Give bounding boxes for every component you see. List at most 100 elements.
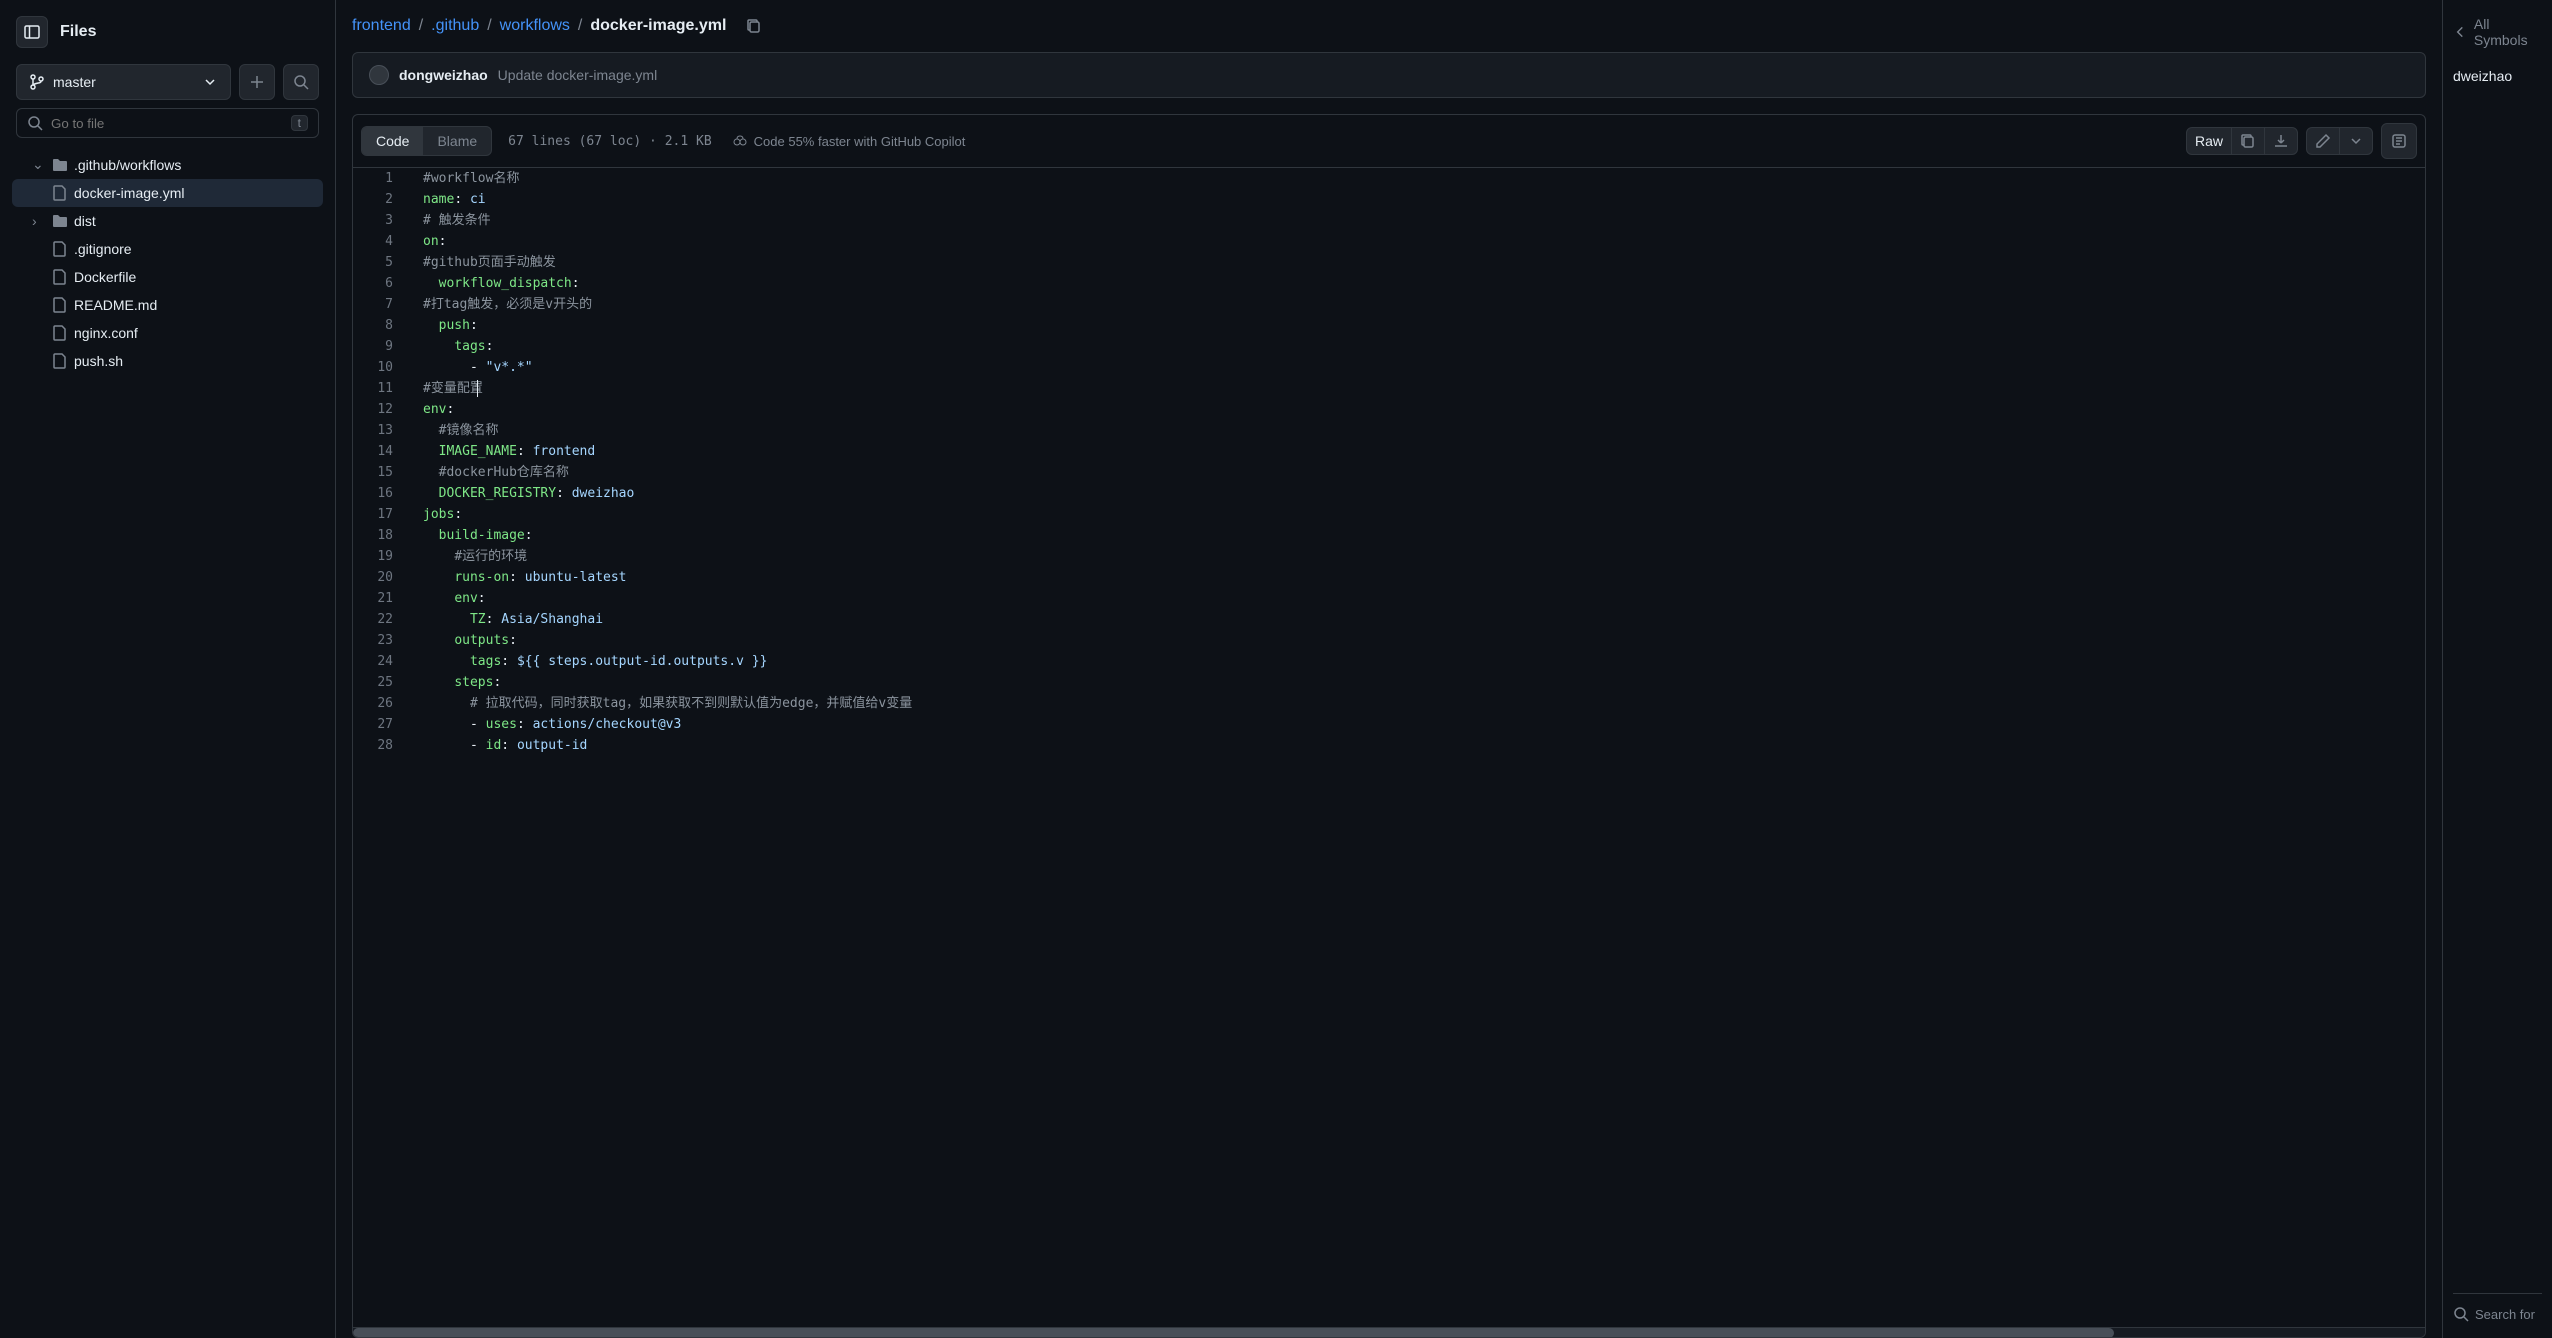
- horizontal-scrollbar[interactable]: [353, 1327, 2425, 1337]
- code-line[interactable]: 22 TZ: Asia/Shanghai: [353, 609, 2425, 630]
- breadcrumb-folder[interactable]: workflows: [500, 17, 570, 35]
- line-number[interactable]: 17: [353, 504, 413, 525]
- tree-folder[interactable]: ›dist: [12, 207, 323, 235]
- code-line[interactable]: 3# 触发条件: [353, 210, 2425, 231]
- line-number[interactable]: 2: [353, 189, 413, 210]
- tree-file[interactable]: push.sh: [12, 347, 323, 375]
- all-symbols-link[interactable]: All Symbols: [2453, 16, 2542, 48]
- code-line[interactable]: 25 steps:: [353, 672, 2425, 693]
- line-number[interactable]: 15: [353, 462, 413, 483]
- commit-message[interactable]: Update docker-image.yml: [498, 67, 658, 83]
- symbols-button[interactable]: [2381, 123, 2417, 159]
- code-line[interactable]: 7#打tag触发，必须是v开头的: [353, 294, 2425, 315]
- tree-file[interactable]: docker-image.yml: [12, 179, 323, 207]
- line-number[interactable]: 9: [353, 336, 413, 357]
- tab-code[interactable]: Code: [362, 127, 423, 155]
- collapse-sidebar-button[interactable]: [16, 16, 48, 48]
- code-line[interactable]: 21 env:: [353, 588, 2425, 609]
- line-number[interactable]: 12: [353, 399, 413, 420]
- branch-name: master: [53, 74, 96, 90]
- branch-selector[interactable]: master: [16, 64, 231, 100]
- raw-button[interactable]: Raw: [2187, 128, 2232, 154]
- line-number[interactable]: 18: [353, 525, 413, 546]
- line-number[interactable]: 7: [353, 294, 413, 315]
- line-number[interactable]: 24: [353, 651, 413, 672]
- code-line[interactable]: 19 #运行的环境: [353, 546, 2425, 567]
- scrollbar-thumb[interactable]: [353, 1328, 2114, 1338]
- tree-file[interactable]: .gitignore: [12, 235, 323, 263]
- edit-button[interactable]: [2307, 128, 2340, 154]
- copy-button[interactable]: [2232, 128, 2265, 154]
- commit-author[interactable]: dongweizhao: [399, 67, 488, 83]
- line-number[interactable]: 20: [353, 567, 413, 588]
- line-number[interactable]: 13: [353, 420, 413, 441]
- code-line[interactable]: 17jobs:: [353, 504, 2425, 525]
- code-line[interactable]: 1#workflow名称: [353, 168, 2425, 189]
- code-line[interactable]: 26 # 拉取代码，同时获取tag，如果获取不到则默认值为edge，并赋值给v变…: [353, 693, 2425, 714]
- code-line[interactable]: 15 #dockerHub仓库名称: [353, 462, 2425, 483]
- commit-bar[interactable]: dongweizhao Update docker-image.yml: [352, 52, 2426, 98]
- line-number[interactable]: 27: [353, 714, 413, 735]
- line-number[interactable]: 14: [353, 441, 413, 462]
- breadcrumb-folder[interactable]: .github: [431, 17, 479, 35]
- line-number[interactable]: 19: [353, 546, 413, 567]
- line-number[interactable]: 23: [353, 630, 413, 651]
- line-number[interactable]: 28: [353, 735, 413, 756]
- code-line[interactable]: 6 workflow_dispatch:: [353, 273, 2425, 294]
- line-number[interactable]: 21: [353, 588, 413, 609]
- search-input[interactable]: [51, 116, 283, 131]
- code-line[interactable]: 8 push:: [353, 315, 2425, 336]
- code-line[interactable]: 14 IMAGE_NAME: frontend: [353, 441, 2425, 462]
- line-number[interactable]: 25: [353, 672, 413, 693]
- line-number[interactable]: 8: [353, 315, 413, 336]
- code-line[interactable]: 9 tags:: [353, 336, 2425, 357]
- tab-blame[interactable]: Blame: [423, 127, 491, 155]
- code-line[interactable]: 4on:: [353, 231, 2425, 252]
- line-content: # 触发条件: [413, 210, 2425, 231]
- line-number[interactable]: 1: [353, 168, 413, 189]
- line-number[interactable]: 22: [353, 609, 413, 630]
- copy-path-button[interactable]: [740, 12, 768, 40]
- breadcrumb-repo[interactable]: frontend: [352, 17, 411, 35]
- symbol-item[interactable]: dweizhao: [2453, 64, 2542, 88]
- line-number[interactable]: 11: [353, 378, 413, 399]
- code-line[interactable]: 20 runs-on: ubuntu-latest: [353, 567, 2425, 588]
- line-number[interactable]: 16: [353, 483, 413, 504]
- code-line[interactable]: 23 outputs:: [353, 630, 2425, 651]
- tree-file[interactable]: nginx.conf: [12, 319, 323, 347]
- code-line[interactable]: 11#变量配置: [353, 378, 2425, 399]
- add-file-button[interactable]: [239, 64, 275, 100]
- line-content: #镜像名称: [413, 420, 2425, 441]
- line-number[interactable]: 3: [353, 210, 413, 231]
- line-number[interactable]: 5: [353, 252, 413, 273]
- code-line[interactable]: 24 tags: ${{ steps.output-id.outputs.v }…: [353, 651, 2425, 672]
- code-line[interactable]: 2name: ci: [353, 189, 2425, 210]
- copilot-hint[interactable]: Code 55% faster with GitHub Copilot: [732, 133, 966, 149]
- tree-folder[interactable]: ⌄.github/workflows: [12, 150, 323, 179]
- go-to-file-search[interactable]: t: [16, 108, 319, 138]
- copilot-icon: [732, 133, 748, 149]
- code-line[interactable]: 13 #镜像名称: [353, 420, 2425, 441]
- tree-file[interactable]: README.md: [12, 291, 323, 319]
- symbols-panel: All Symbols dweizhao Search for: [2442, 0, 2552, 1338]
- code-line[interactable]: 18 build-image:: [353, 525, 2425, 546]
- tree-file[interactable]: Dockerfile: [12, 263, 323, 291]
- file-icon: [52, 297, 68, 313]
- line-number[interactable]: 6: [353, 273, 413, 294]
- code-line[interactable]: 5#github页面手动触发: [353, 252, 2425, 273]
- code-line[interactable]: 16 DOCKER_REGISTRY: dweizhao: [353, 483, 2425, 504]
- code-line[interactable]: 28 - id: output-id: [353, 735, 2425, 756]
- file-icon: [52, 241, 68, 257]
- file-meta: 67 lines (67 loc) · 2.1 KB: [508, 134, 712, 149]
- download-button[interactable]: [2265, 128, 2297, 154]
- code-line[interactable]: 10 - "v*.*": [353, 357, 2425, 378]
- code-line[interactable]: 12env:: [353, 399, 2425, 420]
- edit-dropdown[interactable]: [2340, 128, 2372, 154]
- search-symbol-button[interactable]: Search for: [2453, 1293, 2542, 1322]
- line-number[interactable]: 10: [353, 357, 413, 378]
- code-body[interactable]: 1#workflow名称2name: ci3# 触发条件4on:5#github…: [353, 168, 2425, 1327]
- line-number[interactable]: 4: [353, 231, 413, 252]
- code-line[interactable]: 27 - uses: actions/checkout@v3: [353, 714, 2425, 735]
- line-number[interactable]: 26: [353, 693, 413, 714]
- search-button[interactable]: [283, 64, 319, 100]
